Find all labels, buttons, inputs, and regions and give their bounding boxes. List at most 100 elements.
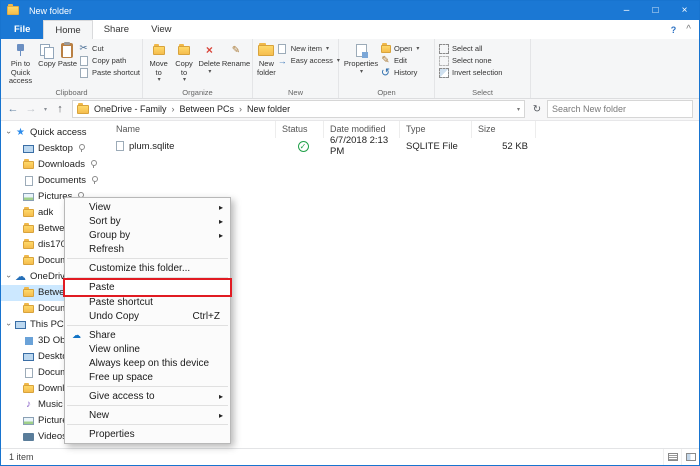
help-icon[interactable]: ? <box>671 25 677 35</box>
column-header-size[interactable]: Size <box>472 121 536 138</box>
sidebar-item-documents[interactable]: Documents <box>1 173 101 189</box>
pin-icon <box>77 144 85 153</box>
edit-button[interactable]: ✎ Edit <box>380 55 419 66</box>
menu-separator <box>67 424 228 425</box>
menu-label: Give access to <box>89 391 155 402</box>
menu-separator <box>67 277 228 278</box>
menu-item-properties[interactable]: Properties <box>65 427 230 441</box>
new-item-button[interactable]: New item ▾ <box>277 43 340 54</box>
menu-item-free-up-space[interactable]: Free up space <box>65 370 230 384</box>
delete-button[interactable]: × Delete ▾ <box>197 41 222 77</box>
chevron-expanded-icon[interactable]: › <box>5 320 14 330</box>
menu-item-customize-this-folder[interactable]: Customize this folder... <box>65 261 230 275</box>
menu-item-sort-by[interactable]: Sort by ▸ <box>65 214 230 228</box>
menu-item-view[interactable]: View ▸ <box>65 200 230 214</box>
address-dropdown-icon[interactable]: ▾ <box>513 106 524 113</box>
menu-item-group-by[interactable]: Group by ▸ <box>65 228 230 242</box>
easy-access-label: Easy access <box>291 56 333 65</box>
ribbon-group-clipboard: Pin to Quick access Copy Paste ✂ Cut Cop… <box>1 39 143 98</box>
file-icon <box>116 141 124 151</box>
submenu-arrow-icon: ▸ <box>219 203 223 212</box>
file-row[interactable]: plum.sqlite ✓ 6/7/2018 2:13 PM SQLITE Fi… <box>101 138 699 155</box>
pin-to-quick-access-button[interactable]: Pin to Quick access <box>4 41 37 87</box>
menu-item-always-keep-on-this-device[interactable]: Always keep on this device <box>65 356 230 370</box>
search-input[interactable] <box>548 101 692 117</box>
close-button[interactable]: × <box>670 1 699 20</box>
documents-icon <box>25 368 33 378</box>
organize-group-label: Organize <box>143 88 252 97</box>
tab-share[interactable]: Share <box>93 20 140 39</box>
menu-item-give-access-to[interactable]: Give access to ▸ <box>65 389 230 403</box>
refresh-button[interactable]: ↻ <box>529 104 545 115</box>
collapse-ribbon-icon[interactable]: ^ <box>686 24 691 35</box>
breadcrumb-onedrive-family[interactable]: OneDrive - Family <box>92 104 169 114</box>
move-to-icon <box>153 46 165 55</box>
tab-home[interactable]: Home <box>43 20 92 39</box>
tab-file[interactable]: File <box>1 20 43 39</box>
music-icon: ♪ <box>22 399 35 410</box>
open-button[interactable]: Open ▾ <box>380 43 419 54</box>
thumbnail-view-button[interactable] <box>681 449 699 465</box>
move-to-button[interactable]: Move to ▾ <box>146 41 171 85</box>
address-bar[interactable]: OneDrive - Family › Between PCs › New fo… <box>72 100 525 118</box>
up-button[interactable]: ↑ <box>52 103 68 115</box>
column-header-status[interactable]: Status <box>276 121 324 138</box>
menu-item-paste[interactable]: Paste <box>65 280 230 295</box>
new-folder-button[interactable]: New folder <box>256 41 277 78</box>
paste-shortcut-button[interactable]: Paste shortcut <box>78 67 140 78</box>
properties-button[interactable]: Properties ▾ <box>342 41 380 77</box>
chevron-expanded-icon[interactable]: › <box>5 128 14 138</box>
status-bar: 1 item <box>1 448 699 465</box>
cut-button[interactable]: ✂ Cut <box>78 43 140 54</box>
breadcrumb-between-pcs[interactable]: Between PCs <box>178 104 237 114</box>
menu-item-share[interactable]: ☁ Share <box>65 328 230 342</box>
history-button[interactable]: ↺ History <box>380 67 419 78</box>
open-label: Open <box>394 44 412 53</box>
minimize-button[interactable]: – <box>612 1 641 20</box>
column-header-name[interactable]: Name <box>101 121 276 138</box>
maximize-button[interactable]: □ <box>641 1 670 20</box>
documents-icon <box>25 176 33 186</box>
tab-view[interactable]: View <box>140 20 182 39</box>
menu-item-undo-copy[interactable]: Undo Copy Ctrl+Z <box>65 309 230 323</box>
menu-item-new[interactable]: New ▸ <box>65 408 230 422</box>
easy-access-button[interactable]: → Easy access ▾ <box>277 55 340 66</box>
sidebar-item-desktop[interactable]: Desktop <box>1 141 101 157</box>
menu-item-view-online[interactable]: View online <box>65 342 230 356</box>
downloads-icon <box>23 161 34 169</box>
sidebar-label: Downloads <box>38 159 85 170</box>
invert-selection-button[interactable]: Invert selection <box>438 67 502 78</box>
copy-path-button[interactable]: Copy path <box>78 55 140 66</box>
ribbon-group-open: Properties ▾ Open ▾ ✎ Edit ↺ History Ope <box>339 39 435 98</box>
chevron-expanded-icon[interactable]: › <box>5 272 14 282</box>
sidebar-item-quick-access[interactable]: › ★ Quick access <box>1 125 101 141</box>
details-view-button[interactable] <box>663 449 681 465</box>
menu-item-refresh[interactable]: Refresh <box>65 242 230 256</box>
pin-to-quick-access-label: Pin to Quick access <box>5 60 36 86</box>
copy-to-button[interactable]: Copy to ▾ <box>171 41 196 85</box>
select-group-label: Select <box>435 88 530 97</box>
recent-locations-icon[interactable]: ▾ <box>41 106 50 113</box>
menu-separator <box>67 386 228 387</box>
paste-icon <box>61 43 73 58</box>
sidebar-item-downloads[interactable]: Downloads <box>1 157 101 173</box>
breadcrumb-new-folder[interactable]: New folder <box>245 104 292 114</box>
invert-selection-label: Invert selection <box>452 68 502 77</box>
menu-separator <box>67 258 228 259</box>
videos-icon <box>23 433 34 441</box>
forward-button[interactable]: → <box>23 103 39 115</box>
ribbon: Pin to Quick access Copy Paste ✂ Cut Cop… <box>1 39 699 99</box>
paste-button[interactable]: Paste <box>57 41 78 70</box>
menu-item-paste-shortcut[interactable]: Paste shortcut <box>65 295 230 309</box>
chevron-down-icon: ▾ <box>183 77 186 84</box>
select-all-button[interactable]: Select all <box>438 43 502 54</box>
rename-button[interactable]: ✎ Rename <box>222 41 250 70</box>
copy-button[interactable]: Copy <box>37 41 57 70</box>
back-button[interactable]: ← <box>5 103 21 115</box>
folder-icon <box>23 225 34 233</box>
column-header-type[interactable]: Type <box>400 121 472 138</box>
delete-label: Delete <box>198 60 220 69</box>
select-none-button[interactable]: Select none <box>438 55 502 66</box>
menu-label: Always keep on this device <box>89 358 209 369</box>
menu-label: Customize this folder... <box>89 263 190 274</box>
